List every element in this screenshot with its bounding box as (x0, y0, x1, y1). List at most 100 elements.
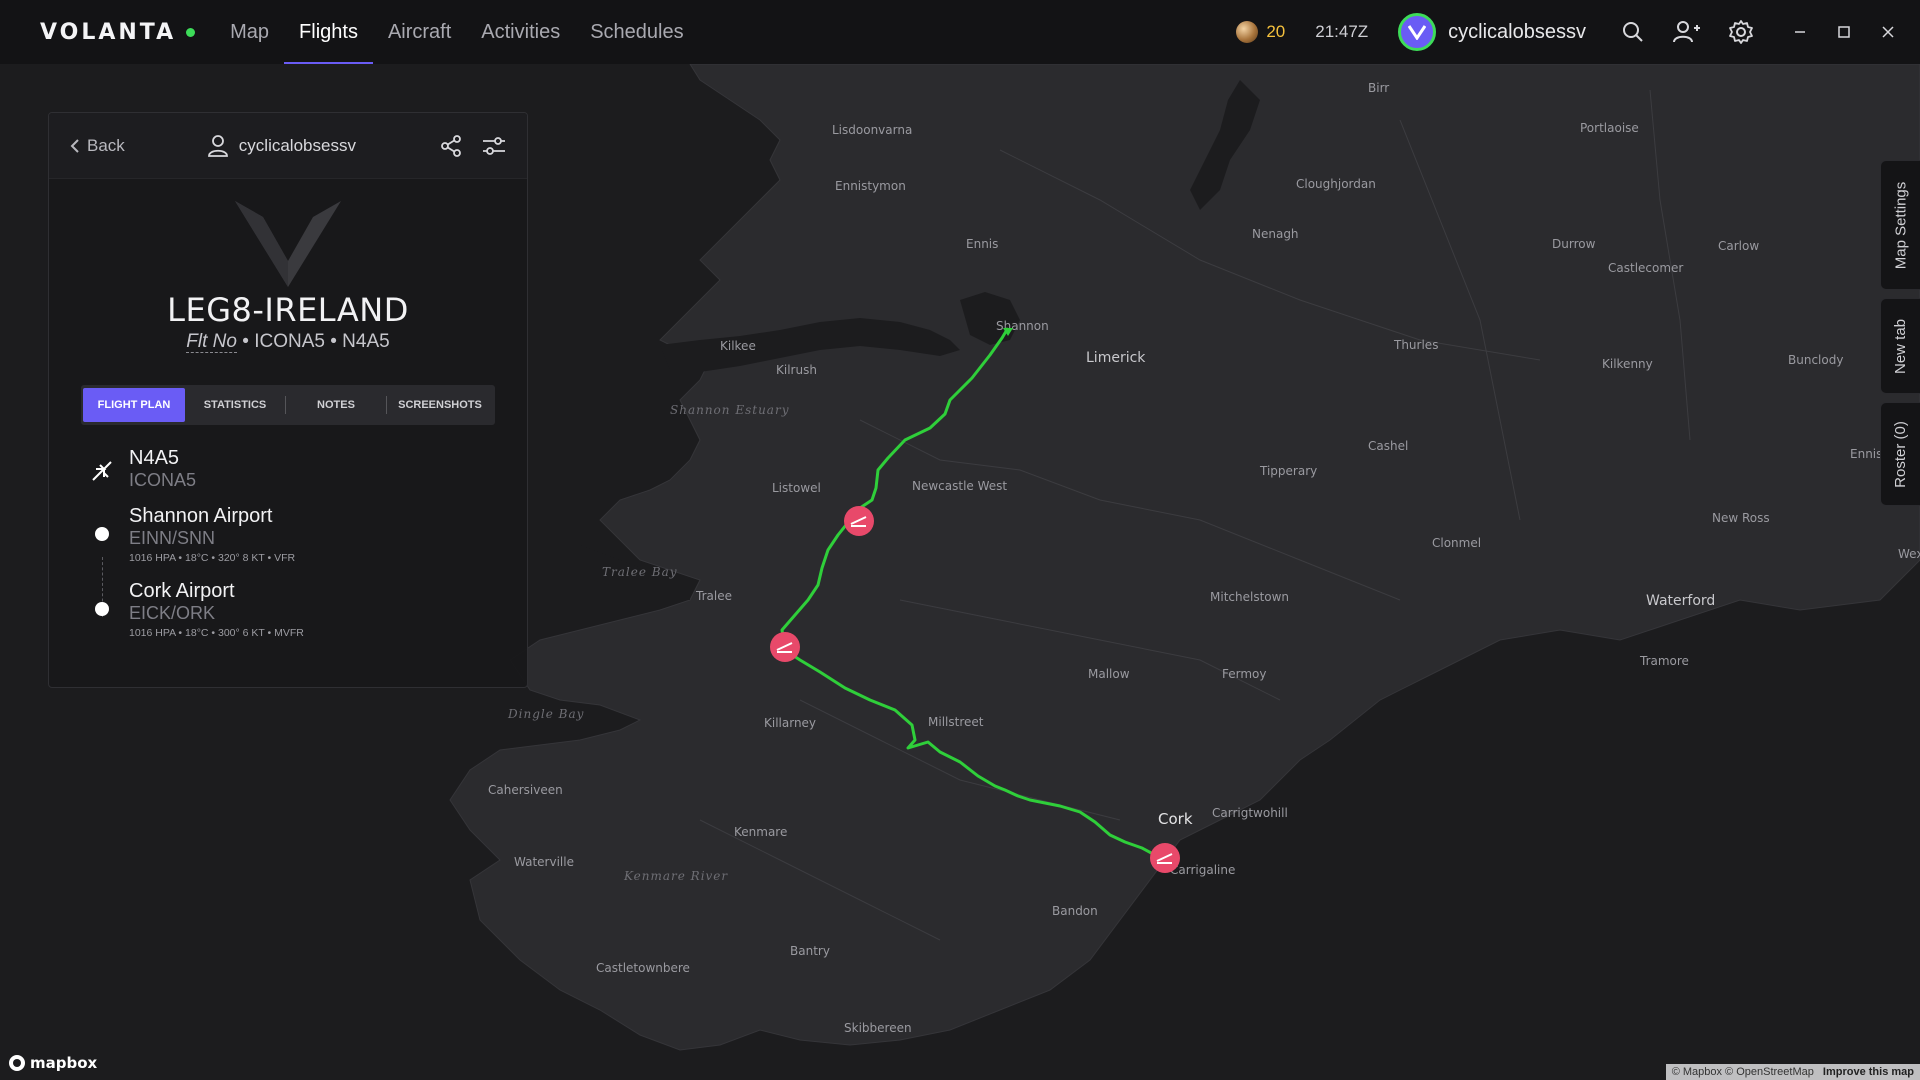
aircraft-registration: N4A5 (129, 447, 180, 469)
volanta-v-icon (1408, 25, 1427, 40)
place-label: Cork (1158, 810, 1193, 828)
place-label: Newcastle West (912, 479, 1007, 493)
share-button[interactable] (439, 134, 463, 158)
place-label: Castletownbere (596, 961, 690, 975)
chevron-left-icon (70, 138, 79, 153)
place-label: Cloughjordan (1296, 177, 1376, 191)
nav-schedules[interactable]: Schedules (575, 0, 698, 64)
tab-statistics[interactable]: STATISTICS (185, 388, 285, 422)
place-label: Clonmel (1432, 536, 1481, 550)
waypoint-marker[interactable] (770, 632, 800, 662)
friends-icon (1673, 21, 1700, 43)
settings-button[interactable] (1719, 10, 1763, 54)
fp-icon-col (87, 505, 117, 541)
water-label: Shannon Estuary (670, 403, 789, 417)
place-label: Bunclody (1788, 353, 1843, 367)
close-icon (1882, 26, 1894, 38)
departure-row[interactable]: Shannon Airport EINN/SNN 1016 HPA • 18°C… (87, 505, 527, 617)
departure-weather: 1016 HPA • 18°C • 320° 8 KT • VFR (129, 552, 296, 564)
side-tab-roster[interactable]: Roster (0) (1880, 402, 1920, 506)
nav-activities[interactable]: Activities (466, 0, 575, 64)
avatar (1398, 13, 1437, 51)
aircraft-text: N4A5 ICONA5 (129, 447, 196, 491)
brand-name: VOLANTA (40, 19, 177, 45)
back-button[interactable]: Back (69, 136, 125, 156)
place-label: Killarney (764, 716, 816, 730)
flight-detail-panel: Back cyclicalobsessv LEG8-IRELAND Flt No… (48, 112, 528, 688)
mapbox-logo[interactable]: mapbox (8, 1054, 97, 1072)
arrival-row[interactable]: Cork Airport EICK/ORK 1016 HPA • 18°C • … (87, 580, 527, 639)
sliders-icon (483, 136, 505, 155)
credits-value: 20 (1266, 22, 1286, 41)
registration: N4A5 (342, 331, 390, 352)
place-label: Durrow (1552, 237, 1596, 251)
place-label: Tramore (1639, 654, 1689, 668)
place-label: Tralee (695, 589, 732, 603)
user-icon (207, 134, 228, 157)
nav-aircraft[interactable]: Aircraft (373, 0, 466, 64)
brand-logo[interactable]: VOLANTA (40, 19, 196, 45)
flight-number-label[interactable]: Flt No (186, 331, 237, 353)
improve-map-link[interactable]: Improve this map (1823, 1066, 1914, 1078)
minimize-icon (1795, 31, 1805, 33)
place-label: Listowel (772, 481, 821, 495)
credits-counter[interactable]: 20 (1236, 21, 1285, 43)
map-attribution: © Mapbox © OpenStreetMap Improve this ma… (1665, 1064, 1920, 1080)
departure-dot-icon (95, 527, 109, 541)
side-tab-label: New tab (1892, 318, 1909, 374)
place-label: Cashel (1368, 439, 1408, 453)
place-label: Skibbereen (844, 1021, 912, 1035)
place-label: New Ross (1712, 511, 1770, 525)
friends-button[interactable] (1665, 10, 1709, 54)
close-button[interactable] (1866, 10, 1910, 54)
place-label: Nenagh (1252, 227, 1299, 241)
water-label: Dingle Bay (507, 707, 584, 721)
side-tab-map-settings[interactable]: Map Settings (1880, 160, 1920, 290)
place-label: Portlaoise (1580, 121, 1639, 135)
place-label: Fermoy (1222, 667, 1266, 681)
tab-screenshots[interactable]: SCREENSHOTS (387, 388, 493, 422)
place-label: Wexford (1898, 547, 1920, 561)
place-label: Limerick (1086, 350, 1146, 366)
panel-pilot[interactable]: cyclicalobsessv (207, 134, 356, 158)
username: cyclicalobsessv (1448, 20, 1586, 43)
place-label: Kenmare (734, 825, 787, 839)
top-bar: VOLANTA Map Flights Aircraft Activities … (0, 0, 1920, 64)
nav-flights[interactable]: Flights (284, 0, 373, 64)
callsign: ICONA5 (254, 331, 325, 352)
place-label: Waterford (1646, 593, 1715, 609)
tab-flight-plan[interactable]: FLIGHT PLAN (83, 388, 185, 422)
mapbox-logo-text: mapbox (30, 1054, 98, 1072)
share-icon (441, 134, 461, 157)
nav-map[interactable]: Map (215, 0, 284, 64)
aircraft-row[interactable]: N4A5 ICONA5 (87, 447, 527, 491)
search-icon (1623, 22, 1643, 42)
arrival-text: Cork Airport EICK/ORK 1016 HPA • 18°C • … (129, 580, 304, 639)
airplane-icon (92, 461, 112, 481)
arrival-weather: 1016 HPA • 18°C • 300° 6 KT • MVFR (129, 627, 304, 639)
attribution-text[interactable]: © Mapbox © OpenStreetMap (1672, 1066, 1814, 1078)
maximize-button[interactable] (1822, 10, 1866, 54)
place-label: Carlow (1718, 239, 1759, 253)
place-label: Birr (1368, 81, 1389, 95)
user-menu[interactable]: cyclicalobsessv (1398, 13, 1586, 51)
top-right-area: 20 21:47Z cyclicalobsessv (1236, 0, 1920, 64)
fp-icon-col (87, 447, 117, 483)
tab-notes[interactable]: NOTES (286, 388, 386, 422)
departure-name: Shannon Airport (129, 505, 273, 527)
landing-marker[interactable] (1150, 843, 1180, 873)
place-label: Thurles (1393, 338, 1438, 352)
online-status-dot (186, 27, 196, 37)
place-label: Castlecomer (1608, 261, 1683, 275)
search-button[interactable] (1611, 10, 1655, 54)
panel-tabs: FLIGHT PLAN STATISTICS NOTES SCREENSHOTS (81, 385, 495, 425)
place-label: Cahersiveen (488, 783, 563, 797)
place-label: Bandon (1052, 904, 1098, 918)
maximize-icon (1838, 26, 1850, 38)
water-label: Tralee Bay (602, 565, 678, 579)
minimize-button[interactable] (1778, 10, 1822, 54)
side-tab-new-tab[interactable]: New tab (1880, 298, 1920, 394)
takeoff-marker[interactable] (844, 506, 874, 536)
filter-settings-button[interactable] (481, 134, 507, 158)
place-label: Bantry (790, 944, 830, 958)
